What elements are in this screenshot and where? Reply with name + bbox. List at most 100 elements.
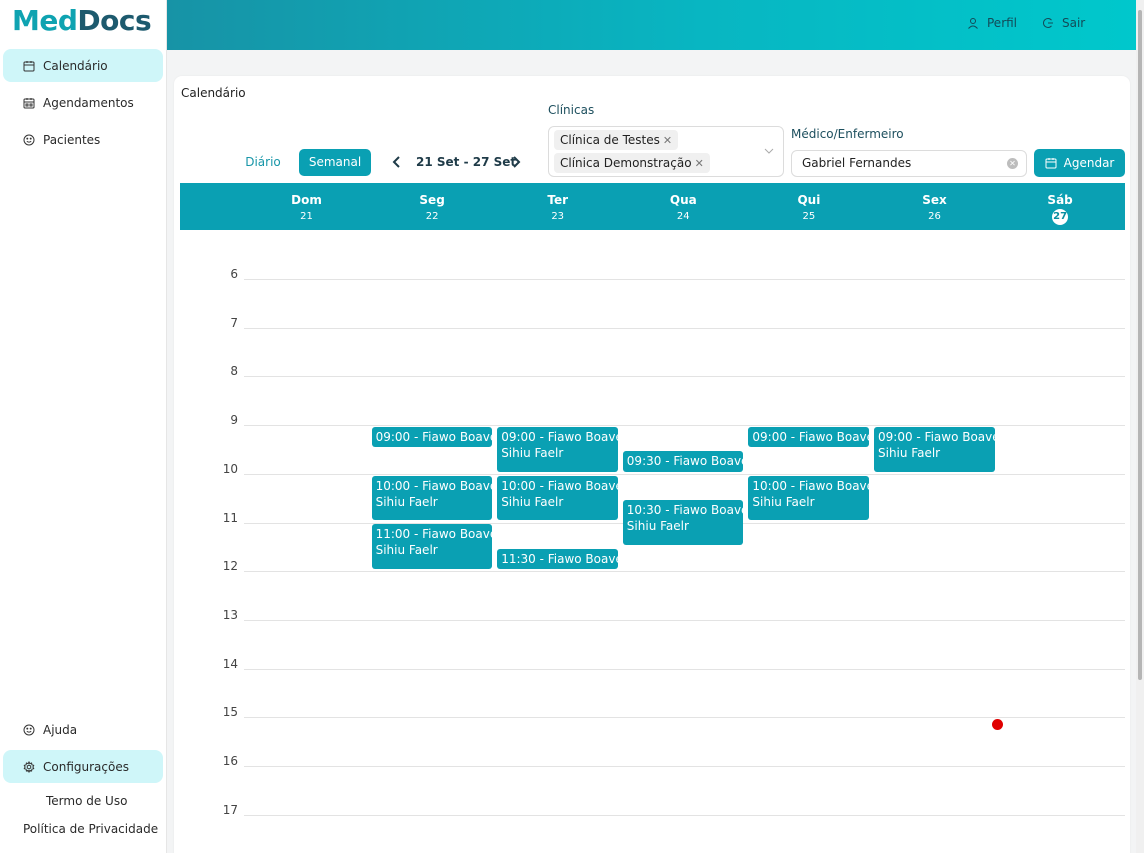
appointment-event[interactable]: 10:00 - Fiawo Boave Sihiu Faelr xyxy=(748,475,869,521)
appointment-event[interactable]: 09:00 - Fiawo Boave Sihiu Faelr xyxy=(497,427,618,472)
profile-label: Perfil xyxy=(987,16,1018,30)
event-title: 09:00 - Fiawo Boave xyxy=(375,430,493,444)
day-name: Qui xyxy=(797,193,821,207)
profile-link[interactable]: Perfil xyxy=(967,16,1017,30)
hour-label: 10 xyxy=(222,461,238,476)
hour-label: 14 xyxy=(222,656,238,671)
day-number: 25 xyxy=(802,211,816,222)
hour-label: 6 xyxy=(230,267,238,281)
day-name: Sáb xyxy=(1047,193,1073,207)
sidebar-item-agendamentos[interactable]: Agendamentos xyxy=(3,86,163,119)
event-title: 11:30 - Fiawo Boave xyxy=(501,551,618,566)
hour-label: 13 xyxy=(222,607,238,622)
hour-gridline xyxy=(244,766,1125,767)
prev-week-button[interactable] xyxy=(391,155,403,169)
schedule-button[interactable]: Agendar xyxy=(1034,149,1125,177)
clinic-chip: Clínica de Testes ✕ xyxy=(554,130,679,150)
top-header: Perfil Sair xyxy=(167,0,1144,50)
doctor-select[interactable]: Gabriel Fernandes ✕ xyxy=(791,150,1027,177)
event-title: 09:00 - Fiawo Boave xyxy=(878,430,995,444)
day-header-dom[interactable]: Dom 21 xyxy=(244,183,369,230)
doctor-label: Médico/Enfermeiro xyxy=(791,127,904,141)
calendar-icon xyxy=(23,60,35,72)
sidebar-item-pacientes[interactable]: Pacientes xyxy=(3,123,163,156)
page-scrollbar[interactable] xyxy=(1136,0,1144,853)
day-header-sáb[interactable]: Sáb 27 xyxy=(998,183,1123,230)
clinics-select[interactable]: Clínica de Testes ✕ Clínica Demonstração ✕ xyxy=(548,126,784,177)
hour-gridline xyxy=(244,668,1125,670)
hour-gridline xyxy=(244,619,1125,621)
event-subtitle: Sihiu Faelr xyxy=(501,446,564,460)
appointment-event[interactable]: 11:30 - Fiawo Boave xyxy=(497,548,618,570)
logout-label: Sair xyxy=(1062,16,1086,30)
calendar-icon xyxy=(1045,158,1057,169)
day-header-qua[interactable]: Qua 24 xyxy=(621,183,746,230)
event-subtitle: Sihiu Faelr xyxy=(501,494,564,509)
logo-part-docs: Docs xyxy=(77,4,152,37)
event-subtitle: Sihiu Faelr xyxy=(752,494,815,509)
clear-icon[interactable]: ✕ xyxy=(1007,158,1018,169)
day-name: Ter xyxy=(547,193,569,207)
sidebar: MedDocs Calendário Agendamentos Paciente… xyxy=(0,0,167,853)
terms-link[interactable]: Termo de Uso xyxy=(46,794,127,808)
appointment-event[interactable]: 10:00 - Fiawo Boave Sihiu Faelr xyxy=(497,475,618,521)
event-title: 11:00 - Fiawo Boave xyxy=(375,527,493,542)
day-number: 23 xyxy=(551,211,565,222)
hour-gridline xyxy=(244,571,1125,573)
day-header-sex[interactable]: Sex 26 xyxy=(872,183,997,230)
hour-label: 15 xyxy=(222,705,238,720)
appointment-event[interactable]: 09:00 - Fiawo Boave Sihiu Faelr xyxy=(874,427,995,472)
close-icon[interactable]: ✕ xyxy=(695,157,704,170)
event-subtitle: Sihiu Faelr xyxy=(375,543,438,558)
day-name: Dom xyxy=(291,193,322,207)
scrollbar-thumb[interactable] xyxy=(1138,10,1142,680)
chevron-down-icon xyxy=(764,148,774,154)
appointment-event[interactable]: 09:00 - Fiawo Boave xyxy=(371,427,493,448)
sidebar-item-label: Calendário xyxy=(43,58,108,73)
hour-label: 7 xyxy=(230,315,238,330)
sidebar-item-ajuda[interactable]: Ajuda xyxy=(3,713,163,746)
schedule-button-label: Agendar xyxy=(1063,156,1115,170)
day-name: Qua xyxy=(669,193,697,207)
close-icon[interactable]: ✕ xyxy=(663,134,672,147)
logo-part-med: Med xyxy=(12,4,78,37)
sidebar-item-label: Agendamentos xyxy=(43,95,134,110)
clinic-chip-label: Clínica de Testes xyxy=(560,133,660,147)
day-header-qui[interactable]: Qui 25 xyxy=(746,183,871,230)
appointment-event[interactable]: 09:30 - Fiawo Boave xyxy=(622,451,744,472)
tab-semanal[interactable]: Semanal xyxy=(299,149,371,176)
day-header-seg[interactable]: Seg 22 xyxy=(370,183,495,230)
hour-gridline xyxy=(244,425,1125,427)
tab-diario[interactable]: Diário xyxy=(240,149,286,176)
hour-gridline xyxy=(244,327,1125,329)
clinics-label: Clínicas xyxy=(548,103,595,117)
appointment-event[interactable]: 11:00 - Fiawo Boave Sihiu Faelr xyxy=(371,524,493,570)
clinic-chip: Clínica Demonstração ✕ xyxy=(554,153,710,173)
day-number: 26 xyxy=(928,211,941,222)
hour-gridline xyxy=(244,814,1125,816)
current-time-indicator xyxy=(992,719,1003,730)
event-title: 09:00 - Fiawo Boave xyxy=(501,430,618,444)
next-week-button[interactable] xyxy=(510,155,522,169)
day-header-ter[interactable]: Ter 23 xyxy=(495,183,620,230)
chevron-left-icon xyxy=(392,156,400,168)
day-name: Sex xyxy=(922,193,947,207)
appointment-event[interactable]: 09:00 - Fiawo Boave xyxy=(748,427,869,448)
privacy-link[interactable]: Política de Privacidade xyxy=(23,822,158,836)
appointment-event[interactable]: 10:30 - Fiawo Boave Sihiu Faelr xyxy=(622,500,744,545)
day-name: Seg xyxy=(419,193,445,207)
hour-label: 9 xyxy=(230,413,238,428)
sidebar-item-configuracoes[interactable]: Configurações xyxy=(3,750,163,783)
hour-gridline xyxy=(244,473,1125,475)
event-title: 10:30 - Fiawo Boave xyxy=(626,503,744,518)
event-subtitle: Sihiu Faelr xyxy=(626,519,689,534)
sidebar-item-calendario[interactable]: Calendário xyxy=(3,49,163,82)
logo: MedDocs xyxy=(12,4,152,37)
day-number: 24 xyxy=(676,211,690,222)
hour-gridline xyxy=(244,376,1125,378)
hour-gridline xyxy=(244,279,1125,280)
sidebar-item-label: Configurações xyxy=(43,759,129,774)
appointment-event[interactable]: 10:00 - Fiawo Boave Sihiu Faelr xyxy=(371,475,493,521)
logout-link[interactable]: Sair xyxy=(1042,16,1085,30)
event-subtitle: Sihiu Faelr xyxy=(375,494,438,509)
